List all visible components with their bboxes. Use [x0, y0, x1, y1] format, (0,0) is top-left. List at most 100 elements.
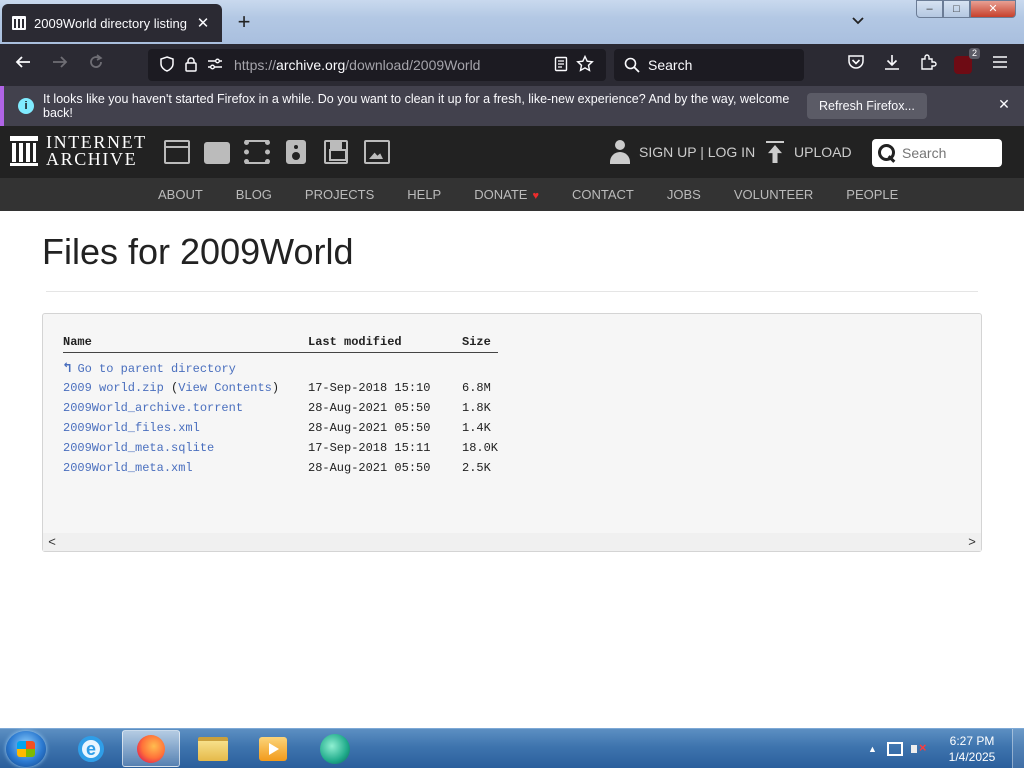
tab-strip: 2009World directory listing ✕ + – □ ✕: [0, 0, 1024, 44]
notification-close-icon[interactable]: ✕: [994, 96, 1014, 113]
nav-about[interactable]: ABOUT: [158, 187, 203, 202]
window-close-button[interactable]: ✕: [970, 0, 1016, 18]
file-link[interactable]: 2009World_meta.xml: [63, 461, 193, 475]
nav-volunteer[interactable]: VOLUNTEER: [734, 187, 813, 202]
heart-icon: ♥: [532, 190, 539, 202]
upload-label: UPLOAD: [794, 144, 852, 160]
new-tab-button[interactable]: +: [232, 8, 256, 36]
horizontal-scrollbar[interactable]: < >: [43, 533, 981, 551]
nav-help[interactable]: HELP: [407, 187, 441, 202]
ia-top-header: INTERNET ARCHIVE SIGN UP | LOG IN UPLOAD: [0, 126, 1024, 178]
pocket-button[interactable]: [844, 53, 868, 77]
images-icon[interactable]: [364, 140, 390, 164]
magnifier-icon: [878, 144, 896, 162]
show-desktop-button[interactable]: [1012, 729, 1024, 768]
downloads-button[interactable]: [880, 53, 904, 77]
file-link[interactable]: 2009World_meta.sqlite: [63, 441, 214, 455]
file-size: 18.0K: [462, 441, 499, 455]
video-icon[interactable]: [244, 140, 270, 164]
show-hidden-icons-icon[interactable]: ▲: [868, 744, 877, 754]
bookmark-star-icon[interactable]: [574, 54, 596, 76]
extensions-button[interactable]: [916, 53, 940, 77]
scroll-left-icon[interactable]: <: [43, 533, 61, 551]
taskbar-app[interactable]: [306, 730, 364, 767]
nav-projects[interactable]: PROJECTS: [305, 187, 374, 202]
window-minimize-button[interactable]: –: [916, 0, 943, 18]
nav-blog[interactable]: BLOG: [236, 187, 272, 202]
page-title: Files for 2009World: [42, 231, 354, 272]
tab-close-icon[interactable]: ✕: [194, 14, 212, 32]
file-modified: 17-Sep-2018 15:10: [308, 381, 431, 395]
taskbar-internet-explorer[interactable]: e: [62, 730, 120, 767]
file-size: 2.5K: [462, 461, 491, 475]
back-button[interactable]: [10, 52, 36, 78]
window-maximize-button[interactable]: □: [943, 0, 970, 18]
table-row: 2009 world.zip (View Contents) 17-Sep-20…: [63, 378, 498, 398]
ublock-origin-button[interactable]: 2: [951, 48, 980, 77]
table-row: 2009World_archive.torrent 28-Aug-2021 05…: [63, 398, 498, 418]
audio-icon[interactable]: [286, 140, 306, 164]
lock-icon[interactable]: [180, 56, 202, 75]
download-icon: [885, 55, 899, 70]
texts-icon[interactable]: [204, 140, 230, 164]
firefox-icon: [137, 734, 165, 763]
logo-text: INTERNET ARCHIVE: [46, 132, 147, 169]
nav-contact[interactable]: CONTACT: [572, 187, 634, 202]
puzzle-icon: [921, 54, 937, 70]
file-link[interactable]: 2009 world.zip: [63, 381, 164, 395]
search-icon: [624, 57, 640, 73]
forward-button[interactable]: [47, 52, 73, 78]
upload-icon: [766, 141, 784, 163]
column-header-size: Size: [462, 334, 499, 353]
tab-title: 2009World directory listing: [34, 15, 187, 31]
up-arrow-icon: ↰: [63, 360, 72, 377]
file-link[interactable]: 2009World_archive.torrent: [63, 401, 243, 415]
info-icon: i: [18, 98, 34, 114]
network-icon[interactable]: [886, 742, 903, 756]
hamburger-menu-icon: [993, 56, 1007, 68]
parent-directory-link[interactable]: ↰ Go to parent directory: [63, 360, 236, 377]
browser-tab-active[interactable]: 2009World directory listing ✕: [2, 4, 222, 42]
app-icon: [320, 733, 350, 764]
taskbar-file-explorer[interactable]: [184, 730, 242, 767]
reader-view-icon[interactable]: [550, 56, 572, 75]
notification-message: It looks like you haven't started Firefo…: [43, 92, 790, 120]
nav-jobs[interactable]: JOBS: [667, 187, 701, 202]
reload-button[interactable]: [83, 52, 109, 78]
window-controls: – □ ✕: [916, 0, 1016, 18]
internet-archive-favicon-icon: [12, 16, 26, 30]
file-modified: 17-Sep-2018 15:11: [308, 441, 431, 455]
file-link[interactable]: 2009World_files.xml: [63, 421, 200, 435]
table-row: 2009World_meta.sqlite 17-Sep-2018 15:11 …: [63, 438, 498, 458]
permissions-icon[interactable]: [204, 57, 226, 74]
windows-taskbar: e ▲ 6:27 PM 1/4/2025: [0, 728, 1024, 768]
volume-muted-icon[interactable]: [910, 740, 927, 756]
media-player-icon: [259, 736, 287, 761]
archive-building-icon: [10, 136, 38, 166]
signup-login-link[interactable]: SIGN UP | LOG IN: [610, 140, 755, 164]
system-clock[interactable]: 6:27 PM 1/4/2025: [940, 733, 1004, 765]
web-archive-icon[interactable]: [164, 140, 190, 164]
start-button[interactable]: [6, 731, 46, 767]
scroll-right-icon[interactable]: >: [963, 533, 981, 551]
upload-link[interactable]: UPLOAD: [766, 141, 852, 163]
internet-archive-logo[interactable]: INTERNET ARCHIVE: [10, 132, 147, 169]
tracking-shield-icon[interactable]: [156, 55, 178, 75]
ia-secondary-nav: ABOUT BLOG PROJECTS HELP DONATE ♥ CONTACT…: [0, 178, 1024, 211]
internet-explorer-icon: e: [78, 735, 104, 762]
ia-search-box[interactable]: [872, 139, 1002, 167]
refresh-firefox-button[interactable]: Refresh Firefox...: [807, 93, 927, 119]
clock-time: 6:27 PM: [949, 734, 995, 748]
reload-icon: [90, 54, 103, 68]
software-icon[interactable]: [324, 140, 348, 164]
view-contents-link[interactable]: View Contents: [178, 381, 272, 395]
nav-donate[interactable]: DONATE ♥: [474, 187, 539, 202]
browser-search-bar[interactable]: Search: [614, 49, 804, 81]
taskbar-media-player[interactable]: [244, 730, 302, 767]
taskbar-firefox[interactable]: [122, 730, 180, 767]
address-bar[interactable]: https://archive.org/download/2009World: [148, 49, 606, 81]
list-all-tabs-button[interactable]: [846, 10, 870, 34]
ia-search-input[interactable]: [902, 145, 998, 161]
app-menu-button[interactable]: [988, 53, 1012, 77]
nav-people[interactable]: PEOPLE: [846, 187, 898, 202]
